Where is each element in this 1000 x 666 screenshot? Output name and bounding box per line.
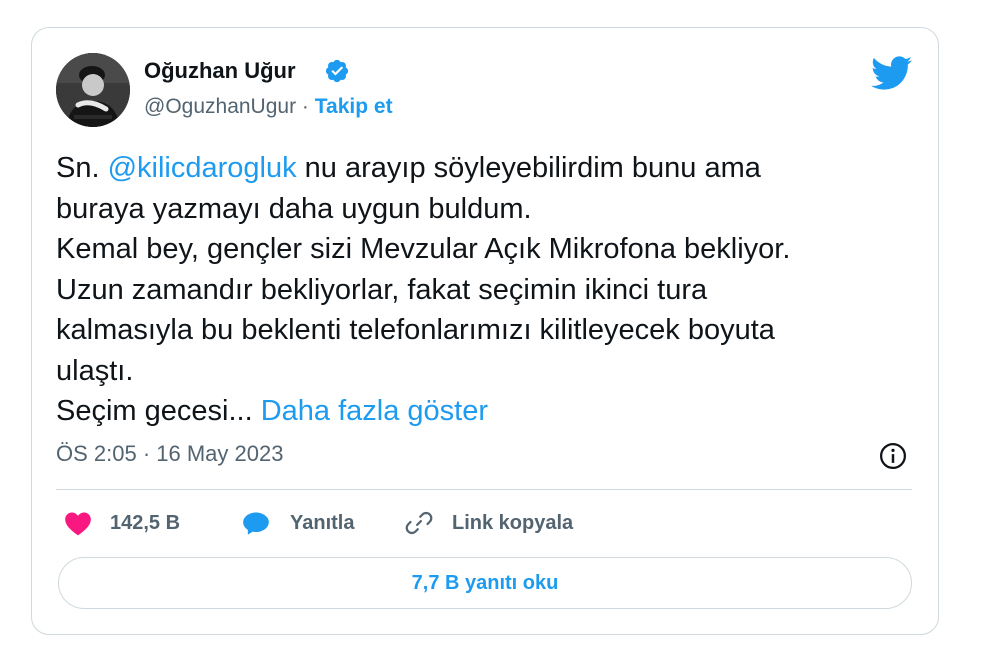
tweet-text-segment: Seçim gecesi... — [56, 395, 253, 427]
tweet-line: buraya yazmayı daha uygun buldum. — [56, 192, 532, 225]
tweet-line: ulaştı. — [56, 354, 134, 387]
verified-badge-icon — [325, 59, 349, 83]
author-name[interactable]: Oğuzhan Uğur — [144, 58, 296, 84]
divider — [56, 489, 912, 490]
like-count: 142,5 B — [110, 511, 181, 534]
tweet-timestamp[interactable]: ÖS 2:05 · 16 May 2023 — [56, 441, 283, 467]
like-button[interactable]: 142,5 B — [64, 507, 180, 539]
tweet-text: Sn. @kilicdarogluk nu arayıp söyleyebili… — [56, 148, 916, 432]
reply-button[interactable]: Yanıtla — [242, 507, 354, 539]
tweet-line: Kemal bey, gençler sizi Mevzular Açık Mi… — [56, 233, 791, 265]
avatar-photo — [56, 53, 130, 127]
tweet-line: kalmasıyla bu beklenti telefonlarımızı k… — [56, 314, 775, 346]
link-icon — [405, 511, 433, 535]
tweet-text-segment: nu arayıp söyleyebilirdim bunu ama — [304, 152, 761, 184]
follow-link[interactable]: Takip et — [315, 95, 393, 118]
author-handle[interactable]: @OguzhanUgur — [144, 95, 296, 118]
copy-link-label: Link kopyala — [452, 511, 574, 534]
mention-link[interactable]: @kilicdarogluk — [108, 152, 297, 184]
tweet-line: Sn. @kilicdarogluk nu arayıp söyleyebili… — [56, 148, 916, 189]
tweet-text-segment: Sn. — [56, 152, 100, 184]
author-avatar[interactable] — [56, 53, 130, 127]
info-icon[interactable] — [878, 441, 908, 471]
read-replies-button[interactable]: 7,7 B yanıtı oku — [58, 557, 912, 609]
handle-separator: · — [301, 95, 309, 118]
twitter-bird-icon[interactable] — [869, 55, 913, 91]
speech-bubble-icon — [243, 512, 269, 535]
reply-label: Yanıtla — [290, 511, 355, 534]
show-more-link[interactable]: Daha fazla göster — [261, 395, 488, 427]
copy-link-button[interactable]: Link kopyala — [404, 507, 573, 539]
tweet-line: Uzun zamandır bekliyorlar, fakat seçimin… — [56, 273, 708, 306]
tweet-line: Seçim gecesi... Daha fazla göster — [56, 391, 916, 432]
heart-icon — [65, 512, 91, 536]
read-replies-label: 7,7 B yanıtı oku — [411, 571, 559, 594]
author-handle-row: @OguzhanUgur · Takip et — [144, 95, 393, 119]
